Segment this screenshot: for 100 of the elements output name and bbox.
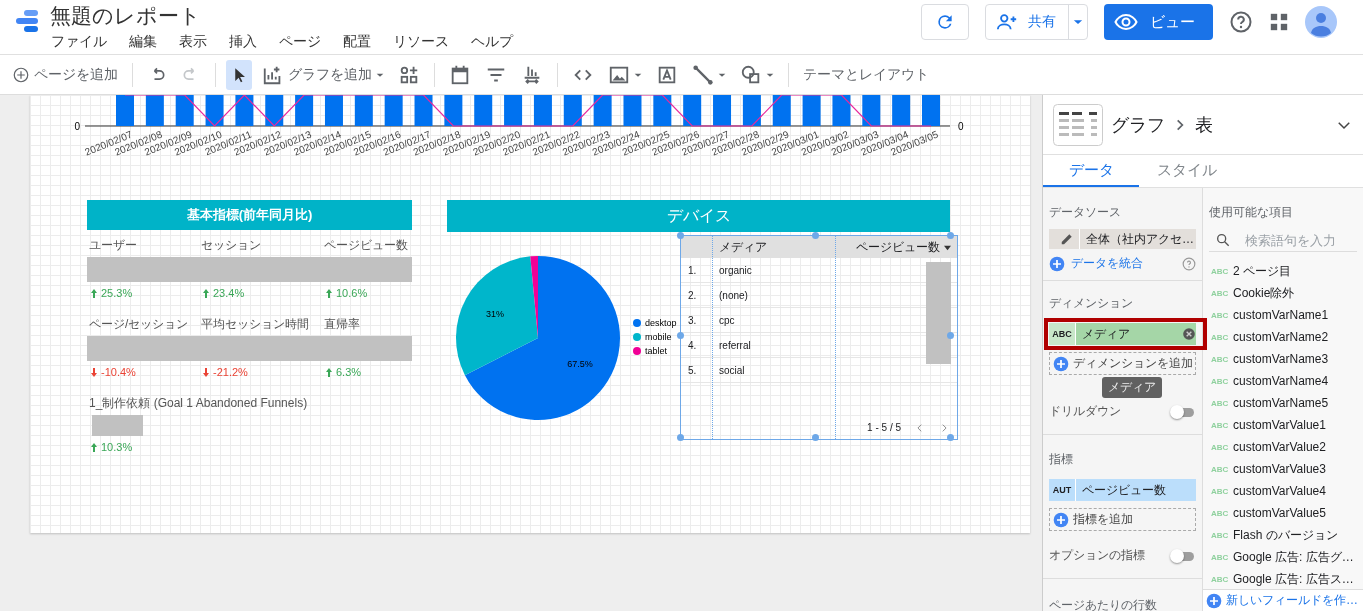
menu-item[interactable]: 表示 xyxy=(179,33,218,51)
table-chart-icon xyxy=(1053,103,1103,146)
arrow-up-icon xyxy=(326,288,332,298)
section-heading: ページあたりの行数 xyxy=(1049,597,1158,611)
caret-icon xyxy=(1073,17,1083,27)
axis-label: 0 xyxy=(74,121,80,132)
create-field-link[interactable]: 新しいフィールドを作… xyxy=(1203,589,1363,611)
blend-data-link[interactable]: データを統合 xyxy=(1049,255,1143,272)
report-title[interactable]: 無題のレポート xyxy=(50,2,535,30)
field-item[interactable]: ABC customVarValue5 xyxy=(1209,502,1357,524)
change-value: 10.6% xyxy=(336,287,368,299)
menu-item[interactable]: ヘルプ xyxy=(471,33,524,51)
section-header: デバイス xyxy=(447,200,950,232)
field-item[interactable]: ABC customVarValue3 xyxy=(1209,458,1357,480)
calendar-icon xyxy=(449,63,471,86)
resize-handle[interactable] xyxy=(677,434,684,441)
menu-item[interactable]: ファイル xyxy=(51,33,118,51)
metric-label: 直帰率 xyxy=(323,316,361,333)
resize-handle[interactable] xyxy=(947,332,954,339)
field-item[interactable]: ABC Google 広告: 広告ス… xyxy=(1209,568,1357,589)
refresh-button[interactable] xyxy=(921,4,969,40)
field-item[interactable]: ABC customVarName5 xyxy=(1209,392,1357,414)
resize-handle[interactable] xyxy=(812,232,819,239)
search-field[interactable]: 検索語句を入力 xyxy=(1209,229,1357,252)
table-cell-text: cpc xyxy=(718,314,736,326)
breadcrumb-item: 表 xyxy=(1195,113,1213,137)
data-label: 67.5% xyxy=(567,358,593,369)
field-item[interactable]: ABC Cookie除外 xyxy=(1209,282,1357,304)
toggle-switch[interactable] xyxy=(1170,404,1196,419)
menu-item[interactable]: 挿入 xyxy=(229,33,268,51)
menu-item[interactable]: 配置 xyxy=(343,33,382,51)
field-chip[interactable]: ABC メディア xyxy=(1049,323,1196,345)
row-number: 1. xyxy=(687,264,698,276)
logo-icon xyxy=(14,8,40,34)
apps-icon[interactable] xyxy=(1269,12,1289,32)
add-page-button[interactable]: ページを追加 xyxy=(8,59,122,90)
panel-tab[interactable]: スタイル xyxy=(1139,155,1235,187)
field-item[interactable]: ABC 2 ページ目 xyxy=(1209,260,1357,282)
tooltip: メディア xyxy=(1102,377,1162,398)
menu-item[interactable]: リソース xyxy=(393,33,460,51)
view-button[interactable]: ビュー xyxy=(1104,4,1213,40)
field-item[interactable]: ABC Flash のバージョン xyxy=(1209,524,1357,546)
legend-dot xyxy=(633,347,641,355)
add-circle-icon xyxy=(1049,255,1065,272)
sort-caret-icon[interactable] xyxy=(944,243,951,251)
breadcrumb-item: グラフ xyxy=(1111,113,1165,137)
column-header[interactable]: メディア xyxy=(712,238,835,256)
share-button[interactable]: 共有 xyxy=(985,4,1088,40)
add-metric-button[interactable]: 指標を追加 xyxy=(1049,508,1196,531)
field-item[interactable]: ABC customVarValue2 xyxy=(1209,436,1357,458)
help-icon[interactable] xyxy=(1182,256,1196,271)
pencil-icon xyxy=(1060,232,1074,246)
field-item[interactable]: ABC Google 広告: 広告グ… xyxy=(1209,546,1357,568)
redacted-value xyxy=(92,415,143,436)
metric-label: 平均セッション時間 xyxy=(200,316,310,333)
metric-label: ページ/セッション xyxy=(88,316,190,333)
resize-handle[interactable] xyxy=(812,434,819,441)
metric-label: 1_制作依頼 (Goal 1 Abandoned Funnels) xyxy=(88,395,309,412)
arrow-down-icon xyxy=(203,367,209,377)
change-value: 23.4% xyxy=(213,287,245,299)
field-item[interactable]: ABC customVarValue4 xyxy=(1209,480,1357,502)
field-item[interactable]: ABC customVarName2 xyxy=(1209,326,1357,348)
change-value: -21.2% xyxy=(213,366,248,378)
field-item[interactable]: ABC customVarName1 xyxy=(1209,304,1357,326)
data-table[interactable]: メディア ページビュー数 1. organic 2. (none) 3. cpc 4. referral 5. social 1 - 5 / 5 xyxy=(680,235,958,440)
arrow-down-icon xyxy=(91,367,97,377)
resize-handle[interactable] xyxy=(947,434,954,441)
search-icon xyxy=(1215,232,1231,248)
plus-circle-icon xyxy=(12,65,30,84)
resize-handle[interactable] xyxy=(947,232,954,239)
arrow-up-icon xyxy=(326,367,332,377)
help-icon[interactable] xyxy=(1229,10,1253,34)
toggle-label: オプションの指標 xyxy=(1049,547,1145,564)
menu-item[interactable]: 編集 xyxy=(129,33,168,51)
avatar[interactable] xyxy=(1305,6,1337,38)
select-tool[interactable] xyxy=(226,59,252,90)
menu-item[interactable]: ページ xyxy=(279,33,332,51)
remove-icon[interactable] xyxy=(1182,327,1196,341)
row-number: 5. xyxy=(687,364,698,376)
axis-label: 0 xyxy=(958,121,964,132)
add-circle-icon xyxy=(1206,592,1222,609)
field-item[interactable]: ABC customVarValue1 xyxy=(1209,414,1357,436)
change-value: 10.3% xyxy=(101,441,133,453)
field-chip[interactable]: AUT ページビュー数 xyxy=(1049,479,1196,501)
metric-label: ユーザー xyxy=(88,237,138,254)
field-item[interactable]: ABC customVarName3 xyxy=(1209,348,1357,370)
field-item[interactable]: ABC customVarName4 xyxy=(1209,370,1357,392)
resize-handle[interactable] xyxy=(677,232,684,239)
table-cell-text: referral xyxy=(718,339,752,351)
theme-layout-button[interactable]: テーマとレイアウト xyxy=(799,59,933,90)
add-chart-button[interactable]: グラフを追加 xyxy=(258,59,388,90)
table-cell-text: organic xyxy=(718,264,753,276)
column-header[interactable]: ページビュー数 xyxy=(835,238,957,256)
data-source-chip[interactable]: 全体（社内アクセ… xyxy=(1049,229,1196,249)
arrow-up-icon xyxy=(91,288,97,298)
section-heading: データソース xyxy=(1049,204,1122,221)
toggle-switch[interactable] xyxy=(1170,548,1196,563)
resize-handle[interactable] xyxy=(677,332,684,339)
table-cell-text: social xyxy=(718,364,746,376)
change-value: -10.4% xyxy=(101,366,136,378)
